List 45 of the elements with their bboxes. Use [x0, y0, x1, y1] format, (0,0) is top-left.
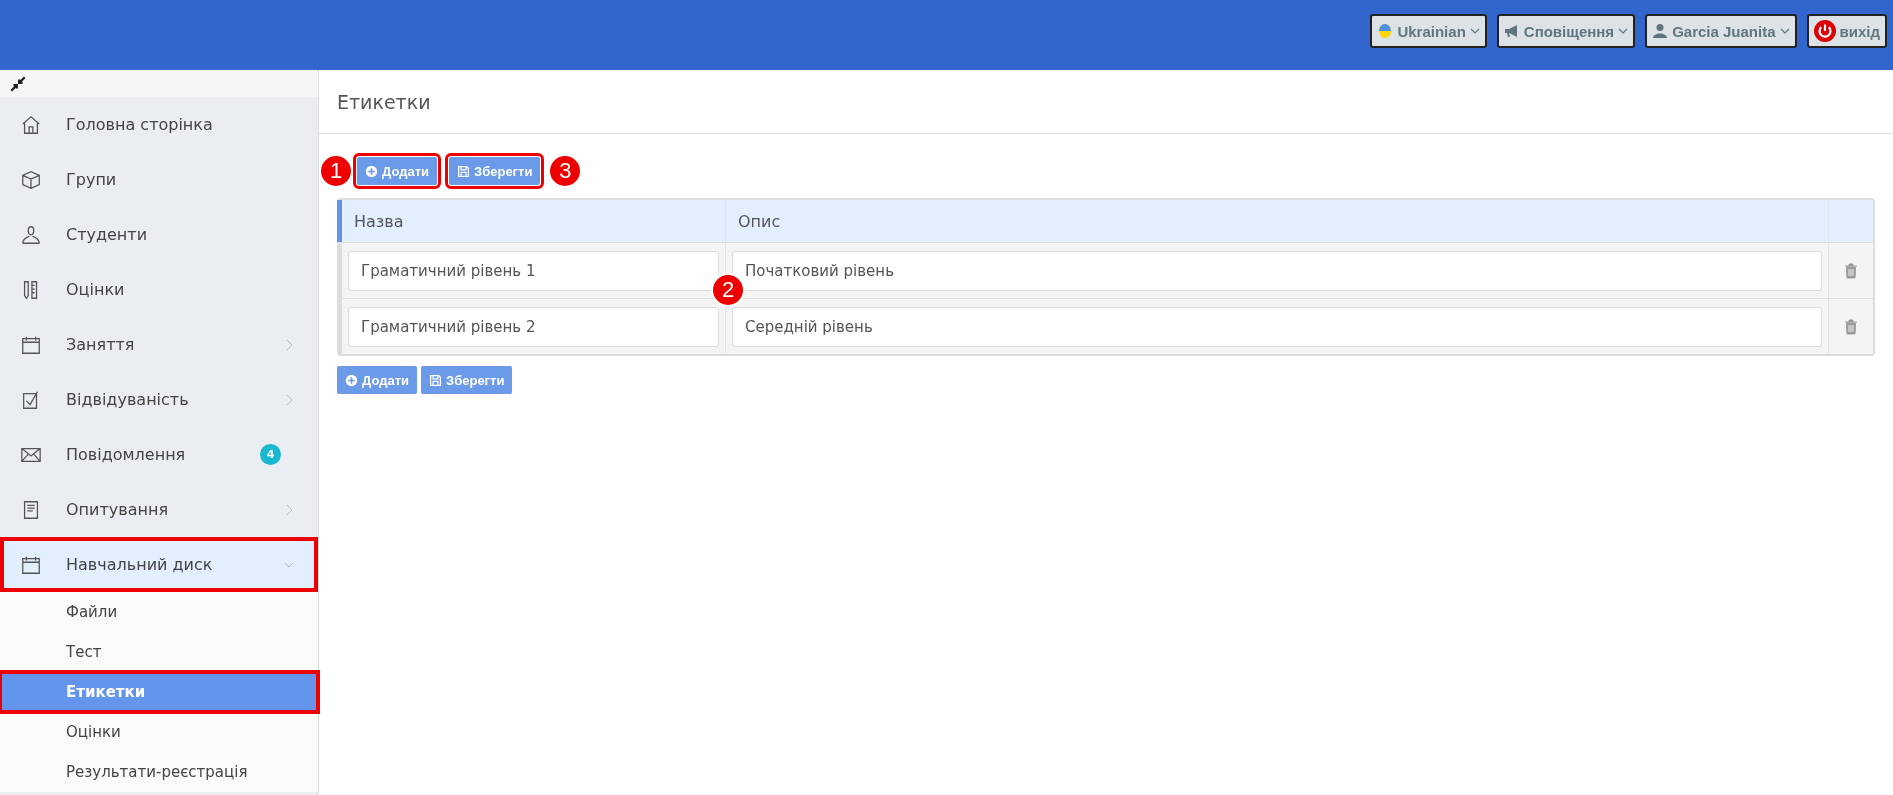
trash-icon[interactable]: [1844, 318, 1858, 335]
submenu-item[interactable]: Оцінки: [0, 712, 318, 752]
name-field[interactable]: Граматичний рівень 1: [348, 250, 719, 291]
plus-circle-icon: [345, 373, 358, 387]
notifications-button[interactable]: Сповіщення: [1496, 14, 1636, 48]
submenu-item[interactable]: Тест: [0, 632, 318, 672]
description-field[interactable]: Початковий рівень: [732, 250, 1822, 291]
sidebar-item[interactable]: Заняття: [0, 317, 318, 372]
chevron-icon: [285, 503, 293, 516]
trash-icon[interactable]: [1844, 262, 1858, 279]
user-menu-button[interactable]: Garcia Juanita: [1645, 14, 1797, 48]
submenu-item[interactable]: Файли: [0, 592, 318, 632]
name-field[interactable]: Граматичний рівень 2: [348, 306, 719, 347]
caret-icon: [1779, 28, 1790, 34]
logout-button[interactable]: вихід: [1806, 14, 1887, 48]
megaphone-icon: [1503, 23, 1520, 39]
save-icon: [429, 373, 443, 387]
home-icon: [20, 113, 42, 136]
box-icon: [20, 168, 42, 191]
collapse-icon[interactable]: [9, 74, 27, 93]
sidebar-item[interactable]: Студенти: [0, 207, 318, 262]
page-title: Етикетки: [337, 90, 431, 113]
person-icon: [20, 223, 42, 246]
flag-icon: [1377, 23, 1394, 39]
sidebar-item[interactable]: Опитування: [0, 482, 318, 537]
plus-circle-icon: [365, 164, 378, 178]
sidebar-item[interactable]: Головна сторінка: [0, 97, 318, 152]
caret-icon: [1618, 28, 1629, 34]
caret-icon: [1469, 28, 1480, 34]
chevron-icon: [285, 338, 293, 351]
sidebar-item[interactable]: Повідомлення 4: [0, 427, 318, 482]
submenu-item[interactable]: Результати-реєстрація: [0, 752, 318, 792]
sidebar-item[interactable]: Оцінки: [0, 262, 318, 317]
power-icon: [1813, 20, 1836, 42]
save-icon: [457, 164, 471, 178]
language-button[interactable]: Ukrainian: [1370, 14, 1487, 48]
step-marker: 1: [319, 154, 353, 188]
step-marker: 3: [548, 154, 583, 188]
sidebar-item[interactable]: Групи: [0, 152, 318, 207]
description-field[interactable]: Середній рівень: [732, 306, 1822, 347]
person-icon: [1652, 23, 1669, 39]
chevron-icon: [285, 393, 293, 406]
sidebar-item[interactable]: Навчальний диск: [0, 537, 318, 592]
sidebar-item[interactable]: Відвідуваність: [0, 372, 318, 427]
count-badge: 4: [260, 444, 281, 465]
